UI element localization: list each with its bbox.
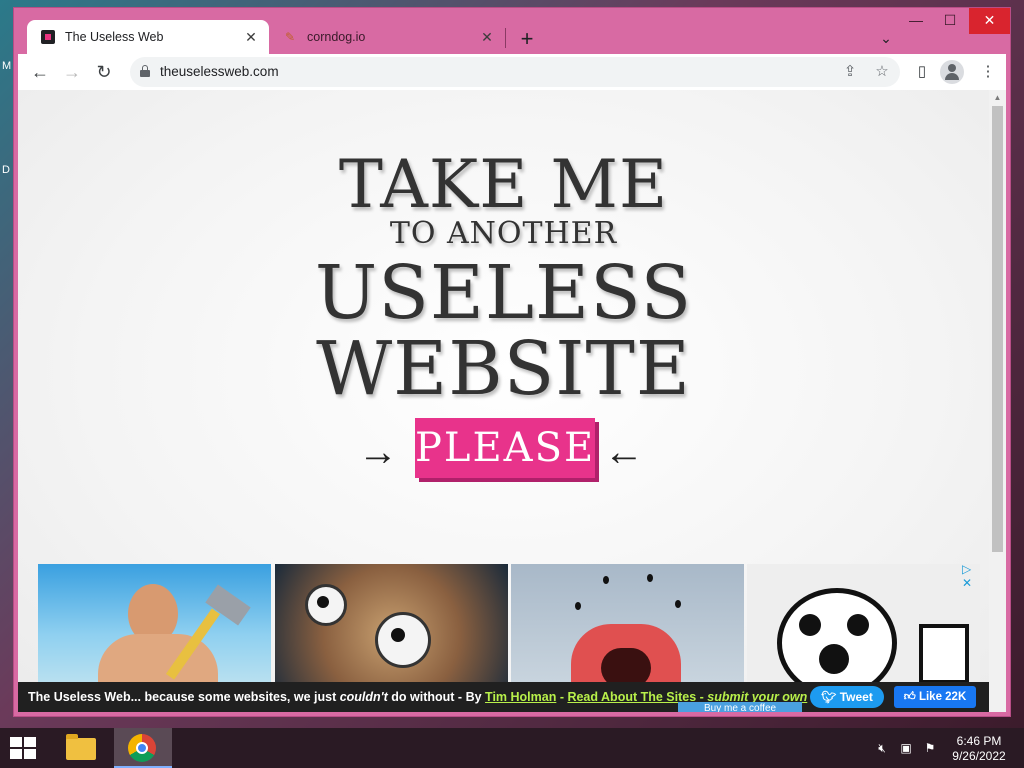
windows-start-icon[interactable] [10,737,38,759]
close-tab-icon[interactable]: ✕ [479,29,495,45]
tab-title: corndog.io [307,30,366,44]
corndog-favicon-icon: ✎ [284,30,296,44]
new-tab-button[interactable]: + [514,26,540,52]
headline-to-another: TO ANOTHER [389,216,618,251]
file-explorer-icon[interactable] [54,728,112,768]
share-icon[interactable]: ⇪ [838,60,862,84]
minimize-button[interactable]: — [900,8,932,34]
twitter-bird-icon: 🐦︎ [821,690,840,704]
browser-window: The Useless Web ✕ ✎ corndog.io ✕ + ⌄ — ☐… [13,7,1011,717]
reload-icon[interactable]: ↻ [92,60,116,84]
clock-date: 9/26/2022 [952,749,1006,763]
taskbar-clock[interactable]: 6:46 PM 9/26/2022 [944,734,1014,764]
tab-useless-web[interactable]: The Useless Web ✕ [27,20,269,54]
scroll-up-arrow-icon[interactable]: ▲ [989,92,1006,104]
address-bar[interactable]: theuselessweb.com ⇪ ☆ [130,57,900,87]
close-tab-icon[interactable]: ✕ [243,29,259,45]
profile-avatar-icon[interactable] [940,60,964,84]
ad-strip: ▷ ✕ [38,562,982,682]
taskbar: 🔇︎ ▣ ⚑ 6:46 PM 9/26/2022 [0,728,1024,768]
clock-time: 6:46 PM [956,734,1002,748]
headline-useless: USELESS [314,250,693,336]
volume-muted-icon[interactable]: 🔇︎ [874,740,890,756]
tab-title: The Useless Web [65,30,164,44]
please-button[interactable]: PLEASE [415,418,595,478]
read-about-link[interactable]: Read About The Sites [567,690,696,704]
close-window-button[interactable]: ✕ [969,8,1010,34]
footer-after: do without - By [387,690,486,704]
ad-tile[interactable] [38,564,271,682]
ad-tile[interactable] [747,564,980,682]
tab-search-chevron-icon[interactable]: ⌄ [874,26,898,50]
side-panel-icon[interactable]: ▯ [910,60,934,84]
ad-tile[interactable] [511,564,744,682]
back-arrow-icon[interactable]: ← [28,60,52,84]
footer-intro: The Useless Web... because some websites… [28,690,340,704]
lock-icon[interactable] [140,65,150,77]
chrome-taskbar-icon[interactable] [114,728,172,768]
useless-web-favicon-icon [41,30,55,44]
tab-divider [505,28,506,48]
buy-me-a-coffee-button[interactable]: Buy me a coffee [678,702,802,712]
tab-corndog[interactable]: ✎ corndog.io ✕ [269,20,505,54]
ad-choices-icon[interactable]: ▷ ✕ [962,562,982,590]
forward-arrow-icon[interactable]: → [60,60,84,84]
scroll-thumb[interactable] [992,106,1003,552]
author-link[interactable]: Tim Holman [485,690,556,704]
headline-take-me: TAKE ME [338,146,669,223]
arrow-left-icon: ← [604,430,644,474]
page-viewport: TAKE ME TO ANOTHER USELESS WEBSITE → PLE… [18,90,1006,712]
menu-kebab-icon[interactable]: ⋮ [976,60,1000,84]
facebook-like-button[interactable]: 👍︎ Like 22K [894,686,976,708]
vertical-scrollbar[interactable]: ▲ [989,90,1006,712]
desktop-icon-fragment[interactable]: M [2,60,11,72]
url-text[interactable]: theuselessweb.com [160,64,279,79]
like-label: Like 22K [918,691,967,703]
bookmark-star-icon[interactable]: ☆ [870,60,894,84]
thumbs-up-icon: 👍︎ [903,691,919,703]
desktop-icon-fragment[interactable]: D [2,164,10,176]
tweet-button[interactable]: 🐦︎ Tweet [810,686,884,708]
browser-toolbar: ← → ↻ theuselessweb.com ⇪ ☆ ▯ ⋮ [18,54,1006,90]
footer-emphasis: couldn't [339,690,388,704]
arrow-right-icon: → [358,430,398,474]
tab-strip: The Useless Web ✕ ✎ corndog.io ✕ + ⌄ — ☐… [14,8,1010,54]
tweet-label: Tweet [839,690,873,704]
maximize-button[interactable]: ☐ [934,8,966,34]
network-icon[interactable]: ▣ [898,740,914,756]
footer-separator: - [556,690,568,704]
ad-tile[interactable] [275,564,508,682]
action-center-icon[interactable]: ⚑ [922,740,938,756]
headline-website: WEBSITE [316,326,691,412]
